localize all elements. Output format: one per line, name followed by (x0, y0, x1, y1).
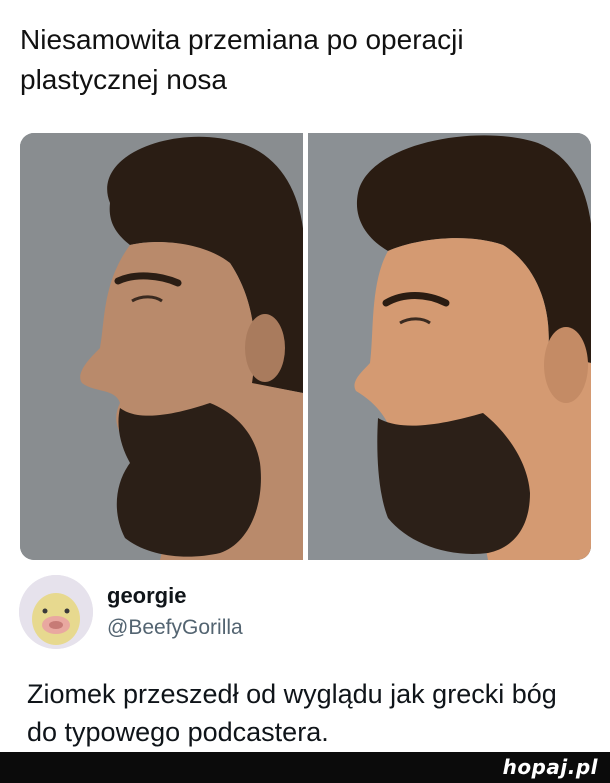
before-photo[interactable] (20, 133, 303, 560)
avatar[interactable] (19, 575, 93, 649)
display-name[interactable]: georgie (107, 582, 243, 610)
tweet-text: Ziomek przeszedł od wyglądu jak grecki b… (27, 679, 557, 747)
profile-after-image (308, 133, 591, 560)
site-watermark[interactable]: hopaj.pl (503, 755, 598, 779)
user-handle[interactable]: @BeefyGorilla (107, 614, 243, 642)
after-photo[interactable] (308, 133, 591, 560)
tweet-author[interactable]: georgie @BeefyGorilla (19, 575, 243, 649)
post-title: Niesamowita przemiana po operacji plasty… (20, 24, 464, 95)
duck-avatar-image (19, 575, 93, 649)
profile-before-image (20, 133, 303, 560)
photo-comparison[interactable] (20, 133, 591, 560)
footer-bar: hopaj.pl (0, 752, 610, 783)
